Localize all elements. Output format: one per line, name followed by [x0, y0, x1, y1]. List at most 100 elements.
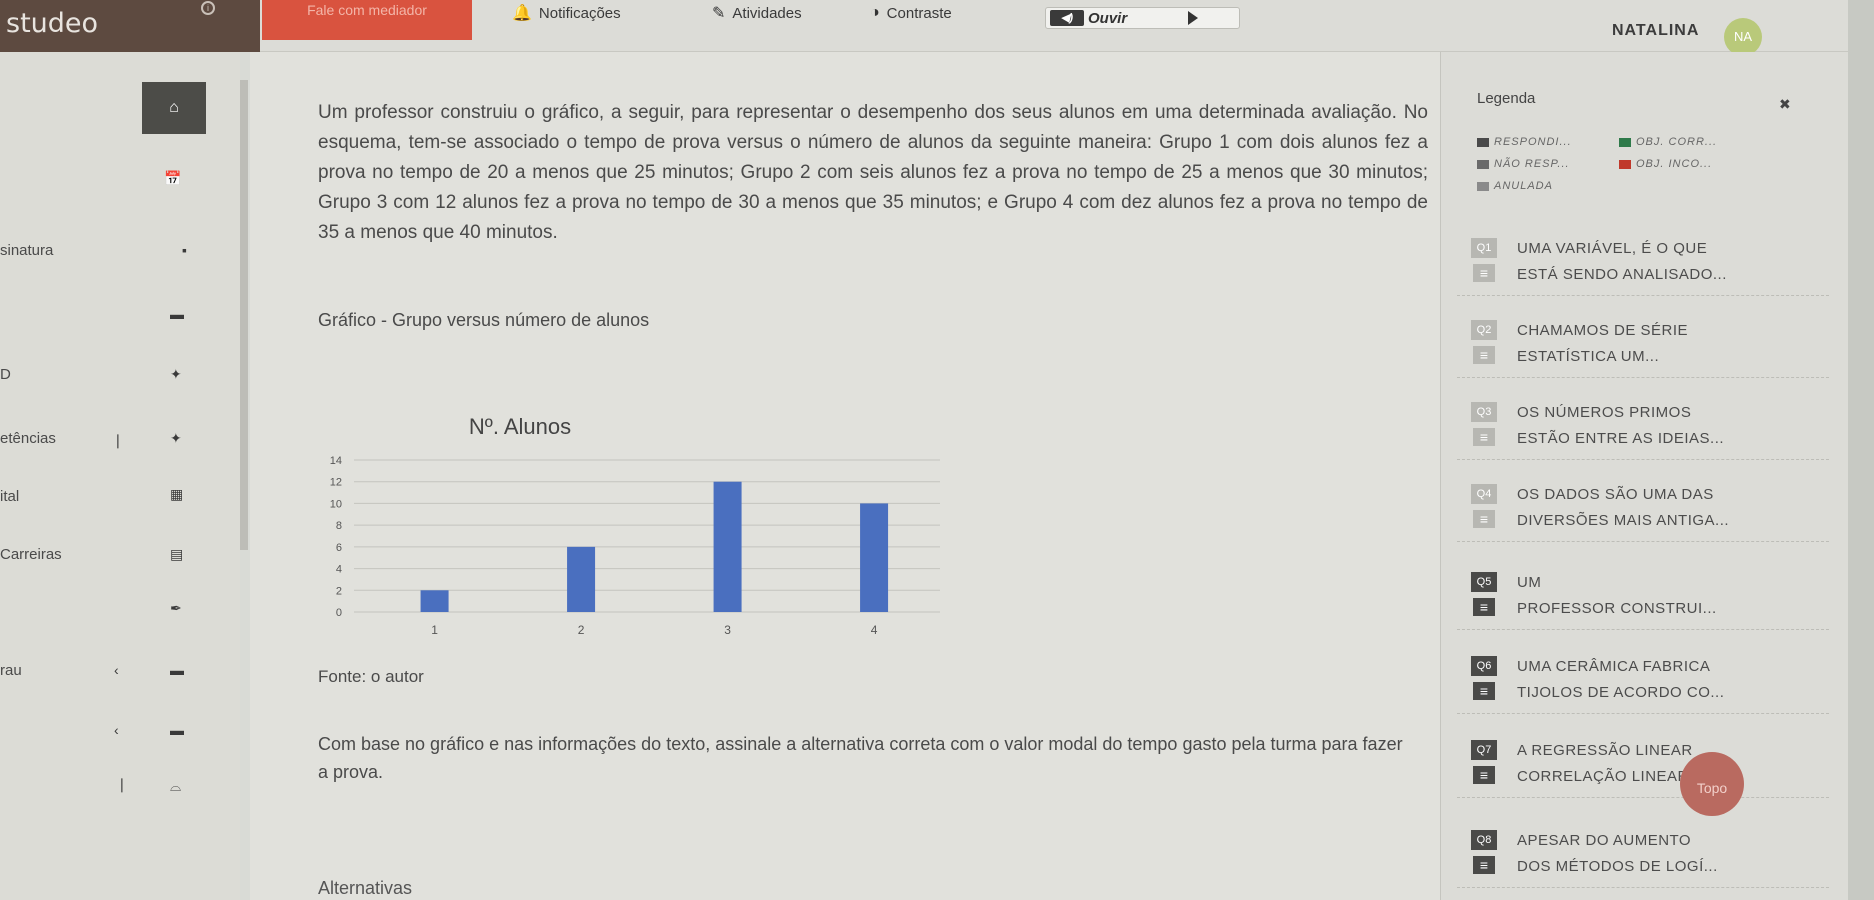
legend-item-correct: OBJ. CORR...	[1619, 136, 1717, 148]
y-tick-label: 12	[330, 477, 342, 489]
play-icon[interactable]	[1188, 11, 1198, 25]
question-preview-line2: CORRELAÇÃO LINEAR	[1517, 768, 1689, 785]
legend-label: OBJ. CORR...	[1636, 136, 1718, 148]
question-navigator: Legenda ✖ RESPONDI... OBJ. CORR... NÃO R…	[1440, 52, 1848, 900]
scrollbar-track[interactable]	[1848, 0, 1874, 900]
question-card-q1[interactable]: Q1 ≡ UMA VARIÁVEL, É O QUE ESTÁ SENDO AN…	[1457, 230, 1829, 296]
graduation-cap-icon[interactable]: ▬	[170, 306, 184, 322]
question-number: Q7	[1471, 740, 1497, 760]
list-icon: ≡	[1473, 264, 1495, 282]
menu-label-d[interactable]: D	[0, 366, 11, 383]
y-tick-label: 2	[336, 585, 342, 597]
activities-link[interactable]: ✎ Atividades	[712, 0, 802, 26]
chart-source: Fonte: o autor	[318, 667, 424, 686]
legend-item-annulled: ANULADA	[1477, 180, 1553, 192]
puzzle-icon[interactable]: ✦	[170, 430, 182, 447]
chevron-left-icon[interactable]: ‹	[114, 722, 119, 738]
list-icon: ≡	[1473, 428, 1495, 446]
briefcase-icon[interactable]: ▤	[170, 546, 183, 563]
menu-label-asinatura[interactable]: sinatura	[0, 242, 53, 259]
notifications-link[interactable]: 🔔 Notificações	[512, 0, 621, 26]
menu-label-carreiras[interactable]: Carreiras	[0, 546, 62, 563]
graduation-cap-icon[interactable]: ▬	[170, 722, 184, 738]
question-number: Q2	[1471, 320, 1497, 340]
question-number: Q1	[1471, 238, 1497, 258]
x-tick-label: 3	[724, 623, 731, 637]
listen-player[interactable]: ◀) Ouvir	[1045, 7, 1240, 29]
question-preview-line2: DIVERSÕES MAIS ANTIGA...	[1517, 512, 1730, 529]
y-tick-label: 6	[336, 542, 342, 554]
list-icon: ≡	[1473, 510, 1495, 528]
avatar[interactable]: NA	[1724, 18, 1762, 56]
question-preview-line1: OS NÚMEROS PRIMOS	[1517, 404, 1692, 421]
list-icon: ≡	[1473, 346, 1495, 364]
question-preview-line1: A REGRESSÃO LINEAR	[1517, 742, 1693, 759]
notifications-label: Notificações	[538, 4, 621, 22]
home-button[interactable]: ⌂	[142, 82, 206, 134]
speaker-icon[interactable]: ◀)	[1050, 10, 1084, 26]
menu-label-grau[interactable]: rau	[0, 662, 22, 679]
x-tick-label: 2	[578, 623, 585, 637]
menu-label-competencias[interactable]: etências	[0, 430, 56, 447]
question-card-q5[interactable]: Q5 ≡ UM PROFESSOR CONSTRUI...	[1457, 564, 1829, 630]
question-preview-line2: ESTATÍSTICA UM...	[1517, 348, 1660, 365]
legend-swatch	[1619, 137, 1631, 147]
contrast-toggle[interactable]: ◑ Contraste	[870, 0, 952, 26]
folder-icon[interactable]: ⌓	[170, 778, 181, 795]
question-preview-line2: ESTÃO ENTRE AS IDEIAS...	[1517, 430, 1725, 447]
legend-swatch	[1477, 137, 1489, 147]
legend-item-unanswered: NÃO RESP...	[1477, 158, 1570, 170]
question-preview-line2: PROFESSOR CONSTRUI...	[1517, 600, 1717, 617]
alternatives-heading: Alternativas	[318, 878, 413, 898]
question-preview-line2: ESTÁ SENDO ANALISADO...	[1517, 266, 1727, 283]
legend-swatch	[1477, 159, 1489, 169]
legend-label: RESPONDI...	[1494, 136, 1572, 148]
activities-label: Atividades	[732, 4, 802, 22]
question-card-q6[interactable]: Q6 ≡ UMA CERÂMICA FABRICA TIJOLOS DE ACO…	[1457, 648, 1829, 714]
y-tick-label: 4	[336, 564, 342, 576]
pen-icon[interactable]: ✒	[170, 600, 182, 617]
graduation-cap-icon[interactable]: ▬	[170, 662, 184, 678]
pencil-icon: ✎	[712, 5, 726, 22]
studeo-logo[interactable]: studeo	[6, 8, 98, 39]
question-card-q7[interactable]: Q7 ≡ A REGRESSÃO LINEAR CORRELAÇÃO LINEA…	[1457, 732, 1829, 798]
menu-label-digital[interactable]: ital	[0, 488, 19, 505]
legend-swatch	[1477, 181, 1489, 191]
user-name[interactable]: NATALINA	[1612, 22, 1699, 40]
info-icon[interactable]: i	[201, 1, 215, 15]
left-menu-divider	[240, 80, 248, 550]
brand-area: studeo i	[0, 0, 260, 52]
question-preview-line1: UMA CERÂMICA FABRICA	[1517, 658, 1711, 675]
puzzle-icon[interactable]: ✦	[170, 366, 182, 383]
legend-item-incorrect: OBJ. INCO...	[1619, 158, 1712, 170]
question-preview-line2: TIJOLOS DE ACORDO CO...	[1517, 684, 1725, 701]
legend-label: NÃO RESP...	[1494, 158, 1570, 170]
book-icon[interactable]: ▪	[182, 242, 187, 258]
legend-label: OBJ. INCO...	[1636, 158, 1713, 170]
question-preview-line1: UMA VARIÁVEL, É O QUE	[1517, 240, 1708, 257]
legend-item-answered: RESPONDI...	[1477, 136, 1572, 148]
cursor-icon: ❘	[112, 432, 124, 448]
question-content: Um professor construiu o gráfico, a segu…	[250, 52, 1440, 900]
bar	[567, 546, 596, 612]
question-card-q3[interactable]: Q3 ≡ OS NÚMEROS PRIMOS ESTÃO ENTRE AS ID…	[1457, 394, 1829, 460]
x-tick-label: 4	[871, 623, 878, 637]
y-tick-label: 0	[336, 607, 342, 619]
close-legend-icon[interactable]: ✖	[1779, 96, 1791, 113]
y-tick-label: 14	[330, 455, 342, 467]
calendar-icon[interactable]: 📅	[164, 170, 181, 187]
top-bar: studeo i Fale com mediador 🔔 Notificaçõe…	[0, 0, 1874, 56]
cursor-icon: ❘	[116, 776, 128, 792]
legend-title: Legenda	[1477, 90, 1536, 107]
bell-icon: 🔔	[512, 5, 532, 22]
question-preview-line1: CHAMAMOS DE SÉRIE	[1517, 322, 1689, 339]
question-card-q2[interactable]: Q2 ≡ CHAMAMOS DE SÉRIE ESTATÍSTICA UM...	[1457, 312, 1829, 378]
mediator-button[interactable]: Fale com mediador	[262, 0, 472, 40]
question-card-q4[interactable]: Q4 ≡ OS DADOS SÃO UMA DAS DIVERSÕES MAIS…	[1457, 476, 1829, 542]
question-number: Q8	[1471, 830, 1497, 850]
back-to-top-button[interactable]: Topo	[1680, 752, 1744, 816]
question-text: Um professor construiu o gráfico, a segu…	[318, 102, 1428, 243]
question-card-q8[interactable]: Q8 ≡ APESAR DO AUMENTO DOS MÉTODOS DE LO…	[1457, 822, 1829, 888]
chevron-left-icon[interactable]: ‹	[114, 662, 119, 678]
calendar-icon[interactable]: ▦	[170, 486, 183, 503]
